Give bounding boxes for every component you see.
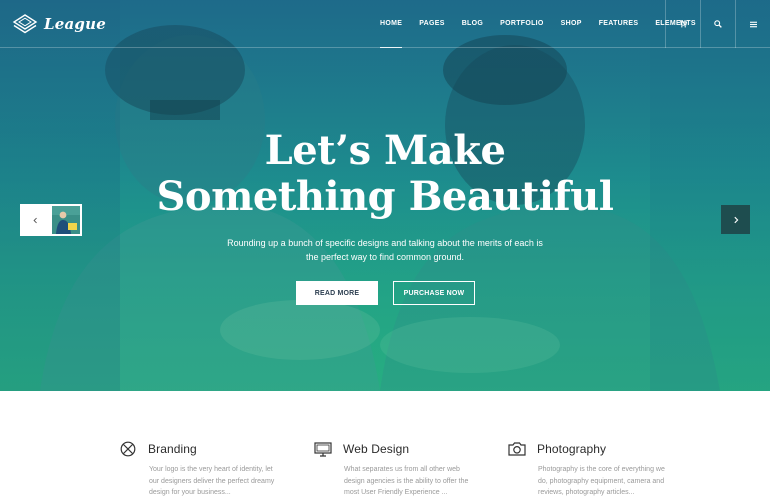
feature-branding-header: Branding — [119, 441, 279, 457]
menu-button[interactable] — [735, 0, 770, 48]
feature-web-design-header: Web Design — [314, 441, 474, 457]
menu-icon — [749, 21, 757, 27]
cart-icon — [679, 20, 687, 28]
slider-prev-arrow — [20, 204, 50, 236]
feature-photography-header: Photography — [508, 441, 668, 457]
feature-branding-desc-line1: Your logo is the very heart of identity,… — [149, 466, 273, 473]
features-section: Branding Your logo is the very heart of … — [0, 391, 770, 500]
menu-item-home[interactable]: HOME — [380, 0, 403, 48]
feature-web-design-title: Web Design — [343, 442, 410, 456]
slide-thumbnail-image — [52, 206, 80, 234]
hero-subtext-line1: Rounding up a bunch of specific designs … — [227, 238, 543, 248]
feature-branding-title: Branding — [148, 442, 197, 456]
feature-photography: Photography Photography is the core of e… — [508, 441, 668, 499]
search-icon — [714, 20, 722, 28]
hero-section: League HOME PAGES BLOG PORTFOLIO SHOP FE… — [0, 0, 770, 391]
feature-web-design-desc-line3: most User Friendly Experience ... — [344, 489, 448, 496]
read-more-button[interactable]: READ MORE — [296, 281, 378, 305]
hero-subtext: Rounding up a bunch of specific designs … — [200, 236, 570, 264]
hero-headline-line1: Let’s Make — [264, 127, 506, 174]
feature-web-design-desc-line1: What separates us from all other web — [344, 466, 460, 473]
logo-layers-icon — [12, 14, 38, 34]
slider-next-button[interactable] — [721, 205, 750, 234]
menu-item-blog[interactable]: BLOG — [462, 0, 483, 48]
hero-headline: Let’s Make Something Beautiful — [0, 128, 770, 220]
hero-subtext-line2: the perfect way to find common ground. — [305, 252, 465, 262]
feature-photography-desc-line2: do, photography equipment, camera and — [538, 477, 665, 485]
feature-branding: Branding Your logo is the very heart of … — [119, 441, 279, 499]
feature-web-design-desc: What separates us from all other web des… — [344, 464, 472, 499]
menu-item-shop[interactable]: SHOP — [561, 0, 582, 48]
pencil-cross-icon — [120, 441, 136, 457]
cart-button[interactable] — [665, 0, 700, 48]
main-menu: HOME PAGES BLOG PORTFOLIO SHOP FEATURES … — [380, 0, 713, 48]
feature-branding-desc-line2: our designers deliver the perfect dreamy — [149, 477, 275, 485]
menu-item-portfolio[interactable]: PORTFOLIO — [500, 0, 544, 48]
top-navigation: League HOME PAGES BLOG PORTFOLIO SHOP FE… — [0, 0, 770, 48]
feature-photography-desc: Photography is the core of everything we… — [538, 464, 666, 499]
hero-headline-line2: Something Beautiful — [156, 173, 614, 220]
logo-text: League — [44, 15, 106, 33]
menu-item-features[interactable]: FEATURES — [599, 0, 639, 48]
feature-branding-desc: Your logo is the very heart of identity,… — [149, 464, 277, 499]
feature-web-design: Web Design What separates us from all ot… — [314, 441, 474, 499]
slide-thumbnail — [50, 204, 82, 236]
feature-photography-title: Photography — [537, 442, 607, 456]
camera-icon — [508, 442, 526, 456]
menu-item-pages[interactable]: PAGES — [419, 0, 445, 48]
page: League HOME PAGES BLOG PORTFOLIO SHOP FE… — [0, 0, 770, 500]
nav-icon-group — [665, 0, 770, 48]
chevron-left-icon — [32, 217, 37, 223]
feature-photography-desc-line3: reviews, photography articles... — [538, 489, 635, 496]
monitor-icon — [314, 442, 332, 457]
feature-branding-desc-line3: design for your business... — [149, 489, 231, 496]
slider-prev-button[interactable] — [20, 204, 82, 236]
feature-web-design-desc-line2: design agencies is the ability to offer … — [344, 477, 469, 485]
search-button[interactable] — [700, 0, 735, 48]
site-logo[interactable]: League — [12, 12, 106, 36]
feature-photography-desc-line1: Photography is the core of everything we — [538, 466, 665, 473]
purchase-now-button[interactable]: PURCHASE NOW — [393, 281, 475, 305]
chevron-right-icon — [733, 216, 738, 223]
